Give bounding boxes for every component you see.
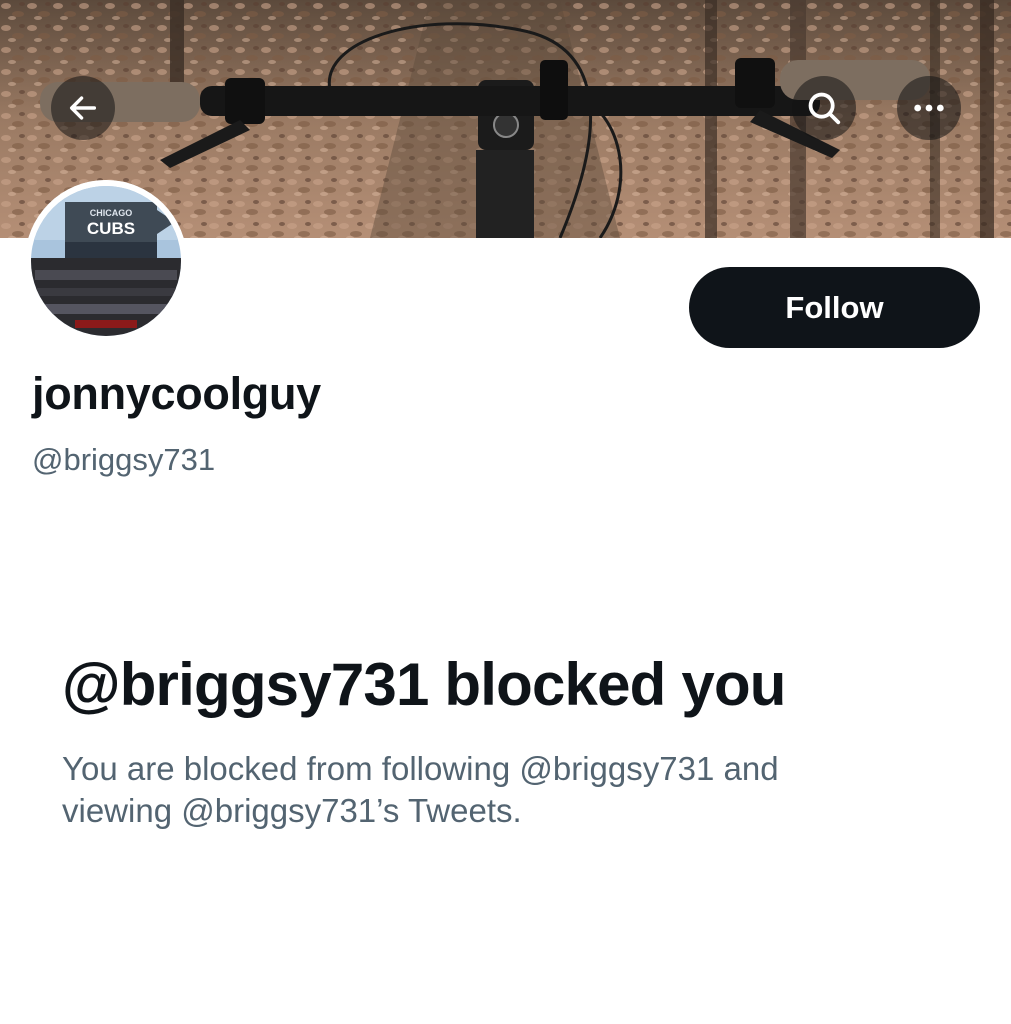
avatar-sign-top: CHICAGO (90, 208, 133, 218)
blocked-title: @briggsy731 blocked you (62, 651, 786, 718)
avatar[interactable]: CHICAGO CUBS (25, 180, 187, 342)
blocked-description-line: viewing @briggsy731’s Tweets. (62, 792, 522, 829)
search-icon (808, 92, 841, 125)
back-button[interactable] (51, 76, 115, 140)
more-horizontal-icon (914, 104, 944, 112)
blocked-description-line: You are blocked from following @briggsy7… (62, 750, 779, 787)
profile-handle: @briggsy731 (32, 442, 216, 477)
follow-button[interactable]: Follow (689, 267, 980, 348)
arrow-left-icon (69, 96, 97, 120)
avatar-sign-main: CUBS (87, 219, 135, 238)
profile-page: CHICAGO CUBS Follow jonnycoolguy @briggs… (0, 0, 1011, 1024)
blocked-description: You are blocked from following @briggsy7… (62, 748, 942, 832)
display-name: jonnycoolguy (32, 368, 321, 419)
more-button[interactable] (897, 76, 961, 140)
search-button[interactable] (792, 76, 856, 140)
avatar-image: CHICAGO CUBS (25, 180, 187, 342)
